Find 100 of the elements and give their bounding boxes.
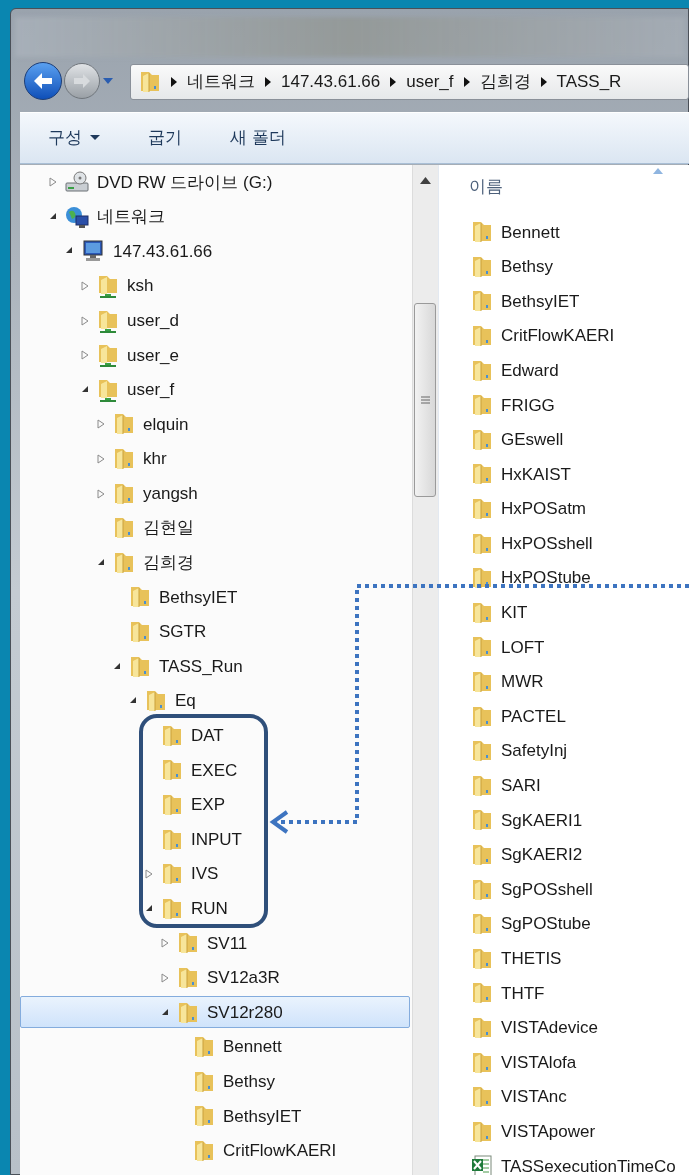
file-name[interactable]: SgPOStube [501, 911, 591, 937]
folder-icon [471, 704, 493, 729]
folder-icon [471, 427, 493, 452]
tree-item[interactable]: EXEC [191, 757, 238, 784]
tree-item[interactable]: TASS_Run [159, 653, 243, 680]
folder-icon [471, 1085, 493, 1110]
tree-item[interactable]: INPUT [191, 826, 242, 853]
breadcrumb[interactable]: TASS_R [556, 69, 622, 95]
tree-item[interactable]: BethsyIET [223, 1103, 302, 1130]
tree-item[interactable]: SV12r280 [207, 999, 283, 1026]
tree-item[interactable]: yangsh [143, 480, 198, 507]
breadcrumb[interactable]: 김희경 [479, 69, 531, 95]
file-name[interactable]: SgKAERI2 [501, 842, 583, 868]
tree-item[interactable]: 147.43.61.66 [113, 238, 213, 265]
folder-icon [471, 324, 493, 349]
forward-arrow-icon [73, 73, 91, 89]
file-name[interactable]: PACTEL [501, 703, 566, 730]
file-name[interactable]: Bennett [501, 219, 560, 246]
file-name[interactable]: LOFT [501, 634, 545, 661]
file-name[interactable]: VISTApower [501, 1119, 596, 1145]
file-name[interactable]: HxPOStube [501, 565, 591, 591]
folder-icon [471, 843, 493, 867]
file-name[interactable]: Edward [501, 357, 559, 384]
tree-item[interactable]: user_d [127, 307, 179, 334]
folder-icon [177, 965, 199, 990]
tree-item[interactable]: DVD RW 드라이브 (G:) [97, 169, 273, 196]
file-name[interactable]: FRIGG [501, 392, 555, 418]
folder-icon [471, 739, 493, 764]
tree-item[interactable]: SV11 [207, 930, 248, 957]
tree-item[interactable]: Bennett [223, 1034, 282, 1060]
scroll-up-icon[interactable] [420, 177, 431, 184]
folder-icon [471, 566, 493, 591]
tree-item[interactable]: 김희경 [143, 550, 194, 576]
toolbar-button[interactable]: 새 폴더 [230, 125, 286, 151]
tree-item[interactable]: SGTR [159, 619, 207, 645]
tree-item[interactable]: 김현일 [143, 515, 194, 541]
shared-folder-icon [97, 274, 119, 299]
file-name[interactable]: HxKAIST [501, 461, 571, 488]
column-header[interactable]: 이름 [469, 174, 503, 200]
toolbar-button[interactable]: 굽기 [148, 125, 182, 151]
file-name[interactable]: THETIS [501, 946, 562, 972]
file-name[interactable]: MWR [501, 669, 544, 695]
file-name[interactable]: VISTAnc [501, 1084, 567, 1110]
tree-item[interactable]: khr [143, 446, 167, 472]
tree-item[interactable]: elquin [143, 411, 189, 438]
dropdown-caret-icon[interactable] [102, 77, 114, 85]
file-name[interactable]: VISTAlofa [501, 1049, 577, 1076]
folder-icon [161, 758, 183, 783]
folder-icon [471, 462, 493, 487]
sort-arrow-icon [653, 168, 663, 174]
file-name[interactable]: CritFlowKAERI [501, 323, 615, 349]
tree-item[interactable]: RUN [191, 896, 228, 922]
folder-icon [161, 827, 183, 852]
scrollbar[interactable] [412, 165, 438, 1175]
folder-icon [113, 481, 135, 506]
tree-item[interactable]: DAT [191, 723, 224, 749]
folder-icon [471, 1015, 493, 1040]
folder-icon [471, 600, 493, 625]
address-bar[interactable]: 네트워크 147.43.61.66 user_f 김희경 TASS_R [130, 64, 689, 100]
tree-item[interactable]: EXP [191, 792, 226, 818]
tree-item[interactable]: Eq [175, 688, 196, 714]
file-name[interactable]: SgKAERI1 [501, 807, 583, 834]
file-name[interactable]: SgPOSshell [501, 876, 593, 903]
tree-item[interactable]: ksh [127, 273, 154, 299]
file-name[interactable]: SafetyInj [501, 738, 568, 764]
folder-icon [193, 1069, 215, 1094]
file-name[interactable]: HxPOSshell [501, 530, 593, 557]
folder-icon [471, 497, 493, 522]
tree-item[interactable]: BethsyIET [159, 584, 238, 611]
breadcrumb[interactable]: 네트워크 [187, 69, 255, 95]
tree-item[interactable]: 네트워크 [97, 204, 165, 230]
network-icon [65, 205, 89, 228]
tree-item[interactable]: CritFlowKAERI [223, 1138, 337, 1164]
chevron-icon [171, 77, 177, 87]
tree-item[interactable]: SV12a3R [207, 965, 280, 991]
folder-icon [471, 1119, 493, 1144]
tree-item[interactable]: user_e [127, 342, 179, 368]
file-name[interactable]: Bethsy [501, 254, 553, 280]
chevron-icon [463, 77, 470, 87]
file-name[interactable]: HxPOSatm [501, 496, 587, 522]
file-name[interactable]: GEswell [501, 427, 564, 453]
file-name[interactable]: VISTAdevice [501, 1015, 598, 1041]
file-name[interactable]: TASSexecutionTimeCo [501, 1153, 676, 1175]
folder-icon [471, 531, 493, 556]
tree-item[interactable]: Bethsy [223, 1069, 275, 1095]
file-name[interactable]: BethsyIET [501, 288, 580, 315]
folder-icon [471, 635, 493, 660]
folder-icon [161, 896, 183, 921]
breadcrumb[interactable]: 147.43.61.66 [281, 69, 381, 95]
file-name[interactable]: KIT [501, 600, 528, 626]
file-name[interactable]: SARI [501, 773, 541, 799]
breadcrumb[interactable]: user_f [406, 69, 454, 95]
toolbar-button[interactable]: 구성 [48, 125, 100, 151]
folder-icon [471, 289, 493, 314]
tree-item[interactable]: IVS [191, 861, 219, 887]
tree-item[interactable]: user_f [127, 377, 175, 403]
folder-icon [145, 689, 167, 714]
file-name[interactable]: THTF [501, 980, 545, 1007]
scroll-thumb[interactable] [414, 303, 436, 497]
folder-icon [129, 654, 151, 679]
